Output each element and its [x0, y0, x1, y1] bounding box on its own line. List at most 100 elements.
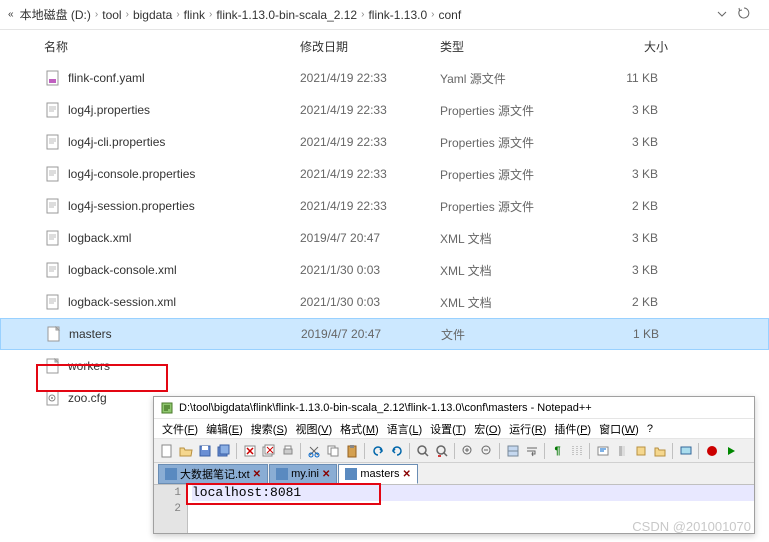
notepad-title-text: D:\tool\bigdata\flink\flink-1.13.0-bin-s… — [179, 402, 592, 414]
tab-file-icon — [345, 468, 357, 480]
close-all-icon[interactable] — [260, 442, 277, 459]
code-line-1[interactable]: localhost:8081 — [192, 485, 754, 501]
breadcrumb-prefix: « — [8, 9, 14, 20]
menu-item[interactable]: 插件(P) — [552, 420, 593, 438]
menu-item[interactable]: 格式(M) — [338, 420, 381, 438]
file-icon — [44, 197, 62, 215]
column-date[interactable]: 修改日期 — [300, 38, 440, 55]
folder-icon[interactable] — [651, 442, 668, 459]
file-row[interactable]: workers — [0, 350, 769, 382]
file-list-header: 名称 修改日期 类型 大小 — [0, 30, 769, 62]
doc-map-icon[interactable] — [613, 442, 630, 459]
file-size: 2 KB — [588, 199, 668, 213]
open-icon[interactable] — [177, 442, 194, 459]
menu-item[interactable]: 搜索(S) — [249, 420, 290, 438]
chevron-right-icon: › — [95, 9, 98, 20]
file-row[interactable]: log4j-cli.properties2021/4/19 22:33Prope… — [0, 126, 769, 158]
menu-item[interactable]: 宏(O) — [472, 420, 503, 438]
column-type[interactable]: 类型 — [440, 38, 588, 55]
chevron-right-icon: › — [361, 9, 364, 20]
menu-item[interactable]: ? — [645, 422, 655, 436]
cut-icon[interactable] — [305, 442, 322, 459]
wrap-icon[interactable] — [523, 442, 540, 459]
save-icon[interactable] — [196, 442, 213, 459]
file-size: 11 KB — [588, 71, 668, 85]
column-name[interactable]: 名称 — [44, 38, 300, 55]
tab-label: 大数据笔记.txt — [180, 466, 250, 482]
file-date: 2021/4/19 22:33 — [300, 103, 440, 117]
file-size: 3 KB — [588, 135, 668, 149]
file-size: 3 KB — [588, 103, 668, 117]
file-name: flink-conf.yaml — [68, 71, 145, 85]
column-size[interactable]: 大小 — [588, 38, 668, 55]
zoom-out-icon[interactable] — [478, 442, 495, 459]
file-row[interactable]: log4j.properties2021/4/19 22:33Propertie… — [0, 94, 769, 126]
file-size: 3 KB — [588, 167, 668, 181]
tab-close-icon[interactable]: ✕ — [403, 469, 411, 480]
file-icon — [45, 325, 63, 343]
menu-item[interactable]: 窗口(W) — [597, 420, 641, 438]
close-icon[interactable] — [241, 442, 258, 459]
copy-icon[interactable] — [324, 442, 341, 459]
redo-icon[interactable] — [388, 442, 405, 459]
editor-tab[interactable]: masters✕ — [338, 464, 418, 484]
file-type: Properties 源文件 — [440, 198, 588, 215]
file-row[interactable]: log4j-console.properties2021/4/19 22:33P… — [0, 158, 769, 190]
breadcrumb-item[interactable]: bigdata — [133, 8, 172, 22]
breadcrumb-item[interactable]: conf — [438, 8, 461, 22]
new-icon[interactable] — [158, 442, 175, 459]
file-type: Properties 源文件 — [440, 134, 588, 151]
menu-item[interactable]: 语言(L) — [385, 420, 424, 438]
editor-tab[interactable]: my.ini✕ — [269, 464, 337, 484]
file-row[interactable]: flink-conf.yaml2021/4/19 22:33Yaml 源文件11… — [0, 62, 769, 94]
print-icon[interactable] — [279, 442, 296, 459]
zoom-in-icon[interactable] — [459, 442, 476, 459]
breadcrumb-item[interactable]: flink — [184, 8, 205, 22]
breadcrumb[interactable]: 本地磁盘 (D:)›tool›bigdata›flink›flink-1.13.… — [20, 6, 717, 23]
menu-item[interactable]: 视图(V) — [293, 420, 334, 438]
replace-icon[interactable] — [433, 442, 450, 459]
monitor-icon[interactable] — [677, 442, 694, 459]
breadcrumb-item[interactable]: tool — [102, 8, 121, 22]
file-row[interactable]: log4j-session.properties2021/4/19 22:33P… — [0, 190, 769, 222]
file-row[interactable]: logback-session.xml2021/1/30 0:03XML 文档2… — [0, 286, 769, 318]
file-type: XML 文档 — [440, 294, 588, 311]
find-icon[interactable] — [414, 442, 431, 459]
file-name: log4j-console.properties — [68, 167, 195, 181]
save-all-icon[interactable] — [215, 442, 232, 459]
editor-tab[interactable]: 大数据笔记.txt✕ — [158, 464, 268, 484]
record-icon[interactable] — [703, 442, 720, 459]
play-icon[interactable] — [722, 442, 739, 459]
file-icon — [44, 69, 62, 87]
chevron-right-icon: › — [431, 9, 434, 20]
refresh-icon[interactable] — [737, 6, 761, 23]
menu-item[interactable]: 编辑(E) — [204, 420, 245, 438]
breadcrumb-item[interactable]: 本地磁盘 (D:) — [20, 6, 91, 23]
tab-close-icon[interactable]: ✕ — [322, 469, 330, 480]
chevron-down-icon[interactable] — [717, 8, 727, 22]
file-name: log4j-cli.properties — [68, 135, 165, 149]
paste-icon[interactable] — [343, 442, 360, 459]
file-type: Properties 源文件 — [440, 166, 588, 183]
lang-icon[interactable] — [594, 442, 611, 459]
func-list-icon[interactable] — [632, 442, 649, 459]
menu-item[interactable]: 文件(F) — [160, 420, 200, 438]
indent-guide-icon[interactable] — [568, 442, 585, 459]
file-row[interactable]: logback.xml2019/4/7 20:47XML 文档3 KB — [0, 222, 769, 254]
notepad-titlebar[interactable]: D:\tool\bigdata\flink\flink-1.13.0-bin-s… — [154, 397, 754, 419]
sync-icon[interactable] — [504, 442, 521, 459]
file-row[interactable]: logback-console.xml2021/1/30 0:03XML 文档3… — [0, 254, 769, 286]
breadcrumb-item[interactable]: flink-1.13.0 — [368, 8, 427, 22]
file-size: 1 KB — [589, 327, 669, 341]
breadcrumb-item[interactable]: flink-1.13.0-bin-scala_2.12 — [216, 8, 357, 22]
tab-close-icon[interactable]: ✕ — [253, 469, 261, 480]
menu-item[interactable]: 运行(R) — [507, 420, 548, 438]
code-line-2[interactable] — [192, 501, 754, 517]
notepad-window: D:\tool\bigdata\flink\flink-1.13.0-bin-s… — [153, 396, 755, 534]
undo-icon[interactable] — [369, 442, 386, 459]
file-icon — [44, 357, 62, 375]
menu-item[interactable]: 设置(T) — [428, 420, 468, 438]
show-chars-icon[interactable]: ¶ — [549, 442, 566, 459]
file-row[interactable]: masters2019/4/7 20:47文件1 KB — [0, 318, 769, 350]
file-name: logback-session.xml — [68, 295, 176, 309]
